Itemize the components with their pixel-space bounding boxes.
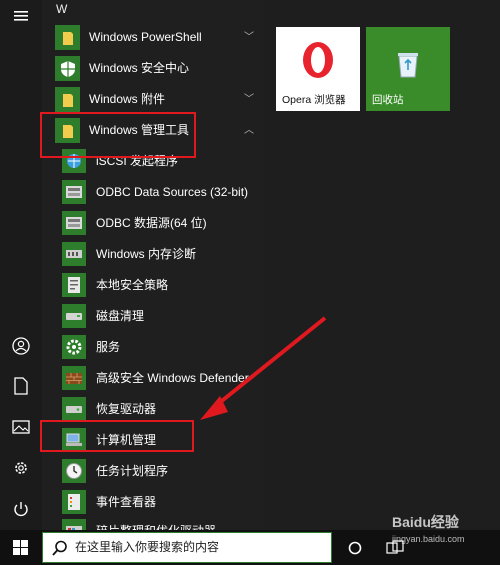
watermark-url: jingyan.baidu.com	[392, 534, 465, 544]
baidu-watermark: Baidu经验 jingyan.baidu.com	[392, 512, 492, 556]
taskbar-search-box[interactable]: 在这里输入你要搜索的内容	[42, 532, 332, 563]
search-icon	[52, 540, 68, 559]
cortana-icon[interactable]	[348, 541, 362, 558]
search-placeholder: 在这里输入你要搜索的内容	[75, 540, 220, 554]
red-arrow-annotation	[200, 316, 327, 420]
windows-logo-icon[interactable]	[13, 540, 28, 558]
watermark-brand: Baidu经验	[392, 514, 459, 530]
